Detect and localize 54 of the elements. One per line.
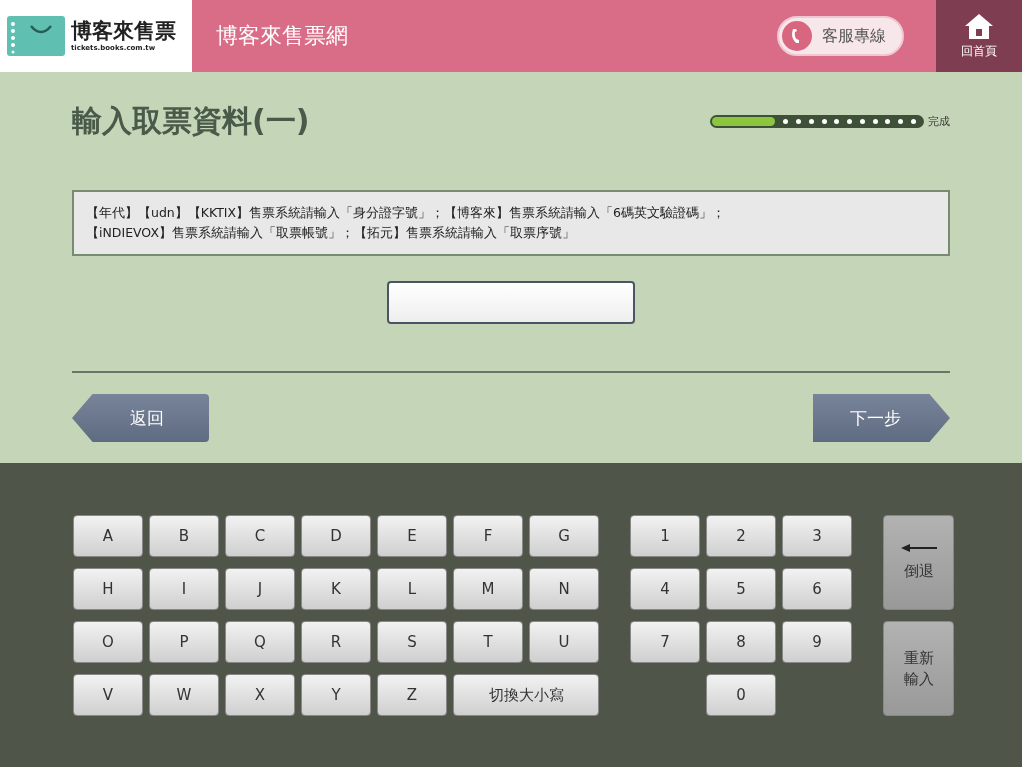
next-button[interactable]: 下一步 [813,394,950,442]
logo-text: 博客來售票 [71,20,176,44]
instruction-text: 【年代】【udn】【KKTIX】售票系統請輸入「身分證字號」；【博客來】售票系統請輸入「6碼英文驗證碼」； [86,204,727,222]
letter-key[interactable]: N [529,568,599,610]
letter-key[interactable]: X [225,674,295,716]
page-title: 輸入取票資料(一) [72,101,310,140]
letter-key[interactable]: W [149,674,219,716]
letter-key[interactable]: Z [377,674,447,716]
letter-key[interactable]: V [73,674,143,716]
progress-label: 完成 [928,113,950,129]
home-button[interactable]: 回首頁 [936,0,1022,72]
letter-key[interactable]: L [377,568,447,610]
site-title: 博客來售票網 [216,22,348,50]
letter-key[interactable]: E [377,515,447,557]
case-toggle-key[interactable]: 切換大小寫 [453,674,599,716]
number-key[interactable]: 9 [782,621,852,663]
number-key[interactable]: 6 [782,568,852,610]
instruction-text: 【iNDIEVOX】售票系統請輸入「取票帳號」；【拓元】售票系統請輸入「取票序號」 [86,224,576,242]
letter-key[interactable]: A [73,515,143,557]
number-key[interactable]: 3 [782,515,852,557]
number-key[interactable]: 4 [630,568,700,610]
letter-key[interactable]: I [149,568,219,610]
number-key[interactable]: 0 [706,674,776,716]
letter-key[interactable]: K [301,568,371,610]
letter-key[interactable]: C [225,515,295,557]
letter-key[interactable]: H [73,568,143,610]
letter-key[interactable]: B [149,515,219,557]
home-icon [964,12,994,39]
letter-key[interactable]: S [377,621,447,663]
letter-key[interactable]: F [453,515,523,557]
letter-key[interactable]: O [73,621,143,663]
number-key[interactable]: 5 [706,568,776,610]
left-arrow-icon [900,544,937,552]
letter-key[interactable]: Q [225,621,295,663]
back-button[interactable]: 返回 [72,394,209,442]
letter-key[interactable]: R [301,621,371,663]
reset-key[interactable]: 重新輸入 [883,621,954,716]
number-key[interactable]: 7 [630,621,700,663]
letter-key[interactable]: G [529,515,599,557]
hotline-button[interactable]: 客服專線 [777,16,904,56]
ticket-bag-icon [7,16,65,56]
letter-key[interactable]: D [301,515,371,557]
phone-icon [782,21,812,51]
letter-key[interactable]: P [149,621,219,663]
letter-key[interactable]: U [529,621,599,663]
number-key[interactable]: 8 [706,621,776,663]
letter-key[interactable]: J [225,568,295,610]
number-key[interactable]: 1 [630,515,700,557]
letter-key[interactable]: Y [301,674,371,716]
backspace-key[interactable]: 倒退 [883,515,954,610]
letter-key[interactable]: T [453,621,523,663]
number-key[interactable]: 2 [706,515,776,557]
input-field[interactable] [387,281,635,324]
letter-key[interactable]: M [453,568,523,610]
